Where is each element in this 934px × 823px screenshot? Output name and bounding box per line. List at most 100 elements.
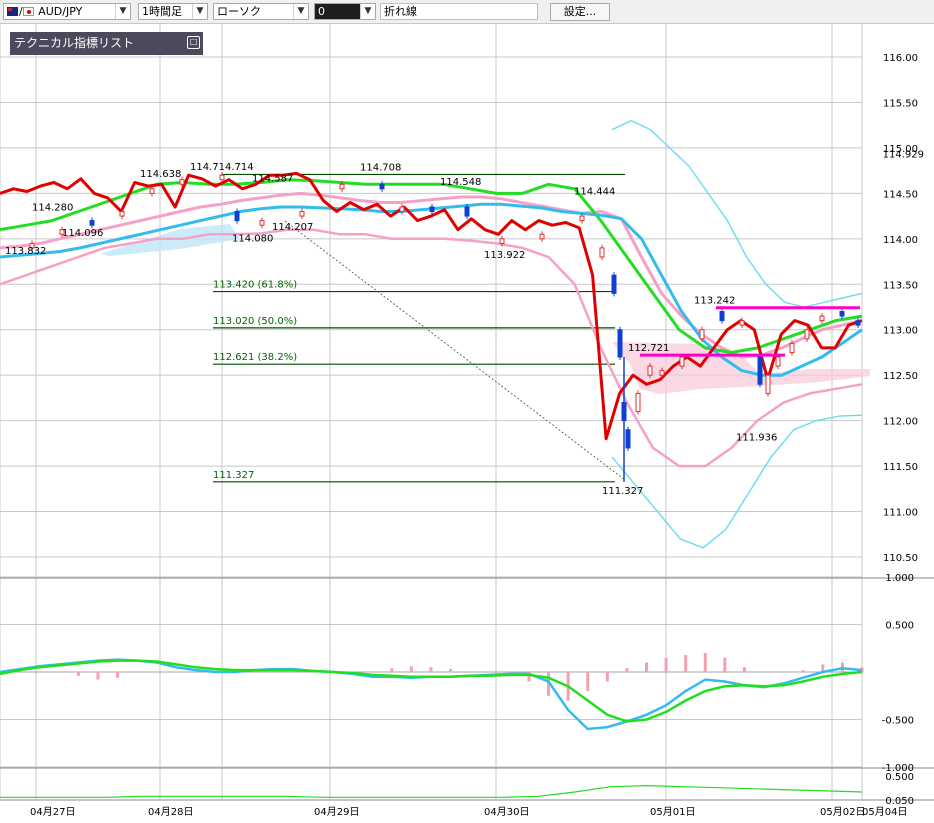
candle-body [625, 429, 631, 449]
line-type-select[interactable]: 折れ線 [380, 3, 538, 20]
x-tick-label: 05月02日 [820, 806, 865, 818]
candle-body [757, 356, 763, 385]
price-annotation: 114.280 [32, 202, 73, 213]
chevron-down-icon: ▼ [293, 4, 308, 19]
japan-flag-icon [22, 7, 34, 16]
bollinger-lower-1-line [0, 228, 863, 468]
macd-histogram-bar [76, 672, 80, 676]
australia-flag-icon [7, 7, 18, 16]
price-annotation: 114.714.714 [190, 162, 254, 173]
macd-histogram-bar [449, 669, 453, 672]
settings-button[interactable]: 設定... [550, 3, 610, 21]
y-tick-label: 1.000 [885, 573, 914, 584]
x-tick-label: 04月30日 [484, 806, 529, 818]
price-annotation: 111.936 [736, 432, 777, 443]
macd-histogram-bar [625, 668, 629, 672]
macd-histogram-bar [96, 672, 100, 680]
macd-histogram-bar [409, 666, 413, 672]
macd-histogram-bar [723, 657, 727, 672]
macd-histogram-bar [742, 667, 746, 672]
candle-body [765, 374, 771, 394]
candle-body [149, 188, 155, 194]
candle-body [299, 211, 305, 217]
candle-body [789, 342, 795, 353]
sub-indicator-line [0, 784, 863, 798]
indicator-list-label: テクニカル指標リスト [14, 36, 135, 50]
candle-body [679, 356, 685, 367]
macd-histogram-bar [390, 668, 394, 672]
bollinger-upper-2-line [611, 119, 863, 308]
candle-body [579, 215, 585, 222]
candle-body [234, 211, 240, 222]
macd-histogram-bar [801, 670, 805, 672]
price-annotation: 113.832 [5, 246, 46, 257]
x-tick-label: 04月28日 [148, 806, 193, 818]
timeframe-select[interactable]: 1時間足 ▼ [138, 3, 208, 20]
candle-body [635, 392, 641, 413]
candle-body [179, 179, 185, 185]
chevron-down-icon: ▼ [115, 4, 130, 19]
x-tick-label: 05月04日 [862, 806, 907, 818]
macd-histogram-bar [586, 672, 590, 691]
candle-body [819, 315, 825, 322]
y-tick-label: 0.050 [885, 796, 914, 807]
macd-histogram-bar [703, 653, 707, 672]
toolbar: / AUD/JPY ▼ 1時間足 ▼ ローソク ▼ 0 ▼ 折れ線 設定... [0, 0, 934, 24]
candle-body [89, 220, 95, 226]
candle-body [539, 233, 545, 240]
x-tick-label: 04月27日 [30, 806, 75, 818]
indicator-list-panel[interactable]: テクニカル指標リスト □ [10, 32, 203, 55]
timeframe-label: 1時間足 [142, 5, 182, 18]
candle-body [804, 329, 810, 340]
fib-level-label: 111.327 [213, 470, 254, 481]
macd-histogram-bar [664, 657, 668, 672]
price-annotation: 114.207 [272, 222, 313, 233]
trend-line [284, 220, 626, 481]
price-annotation: 113.922 [484, 250, 525, 261]
chevron-down-icon: ▼ [360, 4, 375, 19]
candle-body [855, 320, 861, 326]
chart-style-select[interactable]: ローソク ▼ [213, 3, 309, 20]
y-tick-label: 114.00 [883, 235, 918, 246]
candle-body [719, 311, 725, 322]
candle-body [775, 356, 781, 367]
line-type-label: 折れ線 [384, 5, 417, 18]
pair-select[interactable]: / AUD/JPY ▼ [3, 3, 131, 20]
candle-body [219, 174, 225, 181]
candle-body [617, 329, 623, 358]
macd-histogram-bar [605, 672, 609, 682]
macd-histogram-bar [116, 672, 120, 678]
price-annotation: 114.587 [252, 173, 293, 184]
macd-histogram-bar [645, 662, 648, 672]
macd-histogram-bar [429, 667, 433, 672]
candle-body [399, 206, 405, 213]
fib-level-label: 112.621 (38.2%) [213, 352, 297, 363]
y-tick-label: 0.500 [885, 772, 914, 783]
price-annotation: 114.080 [232, 234, 273, 245]
candle-body [699, 329, 705, 340]
price-annotation: 113.242 [694, 296, 735, 307]
y-tick-label: 116.00 [883, 53, 918, 64]
chart-area: 116.00115.50115.00114.50114.00113.50113.… [0, 24, 934, 818]
line-value-select[interactable]: 0 ▼ [314, 3, 376, 20]
y-tick-label: 0.500 [885, 621, 914, 632]
y-tick-label: 114.50 [883, 189, 918, 200]
candle-body [464, 206, 470, 217]
x-tick-label: 05月01日 [650, 806, 695, 818]
y-tick-label: 113.50 [883, 280, 918, 291]
y-tick-label: 111.50 [883, 462, 918, 473]
bollinger-upper-1-line [0, 191, 863, 359]
chevron-down-icon: ▼ [192, 4, 207, 19]
candle-body [599, 247, 605, 258]
y-tick-label: 112.00 [883, 417, 918, 428]
price-annotation: 114.096 [62, 228, 103, 239]
candle-body [611, 274, 617, 294]
x-tick-label: 04月29日 [314, 806, 359, 818]
collapse-icon[interactable]: □ [187, 36, 200, 49]
candle-body [379, 183, 385, 190]
y-tick-label: 111.00 [883, 508, 918, 519]
candle-body [119, 211, 125, 217]
y-tick-label: 113.00 [883, 326, 918, 337]
fib-level-label: 113.020 (50.0%) [213, 316, 297, 327]
fib-level-label: 113.420 (61.8%) [213, 280, 297, 291]
